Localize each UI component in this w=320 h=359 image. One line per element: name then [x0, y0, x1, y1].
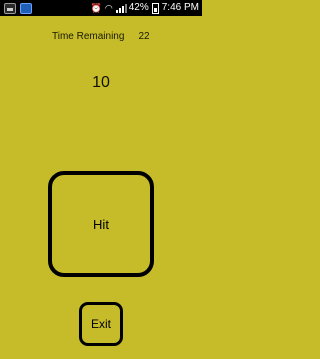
time-remaining-label: Time Remaining	[52, 31, 125, 42]
gallery-notification-icon	[4, 2, 16, 14]
alarm-icon: ⏰	[90, 3, 102, 13]
hit-button[interactable]: Hit	[48, 171, 154, 277]
status-time: 7:46 PM	[161, 2, 199, 13]
notification-icons	[4, 2, 32, 14]
score-counter: 10	[92, 74, 110, 91]
battery-icon	[151, 2, 159, 14]
signal-icon	[115, 3, 127, 13]
exit-button[interactable]: Exit	[79, 302, 123, 346]
status-bar: ⏰ ◠ 42% 7:46 PM	[0, 0, 202, 16]
time-remaining: Time Remaining 22	[52, 31, 150, 42]
app-notification-icon	[20, 2, 32, 14]
battery-percent: 42%	[128, 2, 149, 13]
time-remaining-value: 22	[138, 31, 150, 42]
wifi-icon: ◠	[104, 3, 113, 13]
status-indicators: ⏰ ◠ 42% 7:46 PM	[91, 0, 199, 16]
